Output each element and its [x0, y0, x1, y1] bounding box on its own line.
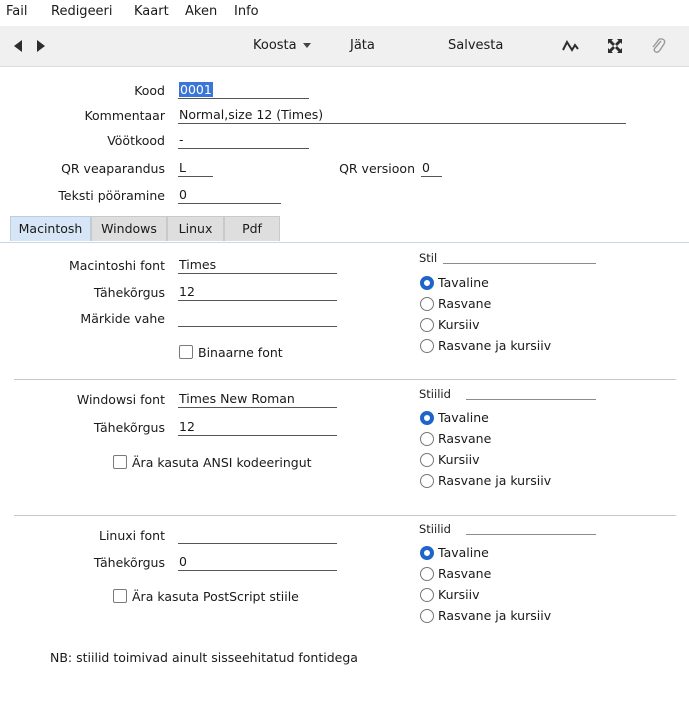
- kood-label: Kood: [134, 83, 165, 98]
- linux-size-label: Tähekõrgus: [93, 555, 165, 570]
- mac-style-label-rasvane: Rasvane: [438, 296, 492, 311]
- mac-style-label-kursiiv: Kursiiv: [438, 317, 480, 332]
- mac-stil-label: Stil: [419, 251, 438, 265]
- linux-style-label-rasvane: Rasvane: [438, 566, 492, 581]
- kommentaar-label: Kommentaar: [84, 108, 165, 123]
- qr-versioon-label: QR versioon: [339, 161, 415, 176]
- styles-note: NB: stiilid toimivad ainult sisseehitatu…: [50, 650, 358, 665]
- chevron-down-icon: [302, 43, 311, 48]
- menu-info[interactable]: Info: [234, 4, 259, 19]
- mac-size-field[interactable]: 12: [178, 284, 337, 301]
- linux-font-field[interactable]: [178, 527, 337, 544]
- windows-style-radio-rasvane-ja-kursiiv[interactable]: [420, 474, 434, 488]
- windows-style-label-rasvane-ja-kursiiv: Rasvane ja kursiiv: [438, 473, 552, 488]
- menu-redigeeri[interactable]: Redigeeri: [51, 4, 113, 19]
- arrow-left-icon[interactable]: [14, 40, 22, 52]
- linux-style-radio-rasvane-ja-kursiiv[interactable]: [420, 609, 434, 623]
- jata-button[interactable]: Jäta: [350, 38, 375, 53]
- linux-size-field[interactable]: 0: [178, 554, 337, 571]
- teksti-pooramine-field[interactable]: 0: [178, 187, 281, 204]
- windows-font-field[interactable]: Times New Roman: [178, 391, 337, 408]
- mac-style-radio-rasvane-ja-kursiiv[interactable]: [420, 339, 434, 353]
- mac-style-radio-tavaline[interactable]: [420, 276, 434, 290]
- windows-size-field[interactable]: 12: [178, 419, 337, 436]
- koosta-button[interactable]: Koosta: [253, 38, 311, 53]
- mac-spacing-field[interactable]: [178, 310, 337, 327]
- linux-style-label-kursiiv: Kursiiv: [438, 587, 480, 602]
- linux-style-label-tavaline: Tavaline: [438, 545, 489, 560]
- mac-style-label-rasvane-ja-kursiiv: Rasvane ja kursiiv: [438, 338, 552, 353]
- kood-field[interactable]: 0001: [178, 82, 309, 99]
- qr-veaparandus-field[interactable]: L: [178, 160, 213, 177]
- menu-aken[interactable]: Aken: [185, 4, 217, 19]
- ansi-checkbox[interactable]: [113, 455, 127, 469]
- toolbar: Koosta Jäta Salvesta: [0, 26, 689, 67]
- windows-size-label: Tähekõrgus: [93, 420, 165, 435]
- windows-stiilid-label: Stiilid: [419, 387, 451, 401]
- arrow-right-icon[interactable]: [37, 40, 45, 52]
- activity-icon[interactable]: [562, 38, 580, 54]
- postscript-checkbox[interactable]: [113, 589, 127, 603]
- binary-font-checkbox[interactable]: [179, 345, 193, 359]
- section-divider: [14, 515, 676, 516]
- vootkood-field[interactable]: -: [178, 132, 309, 149]
- linux-stiilid-label: Stiilid: [419, 522, 451, 536]
- teksti-pooramine-label: Teksti pööramine: [58, 188, 165, 203]
- paperclip-icon[interactable]: [650, 36, 666, 56]
- postscript-label: Ära kasuta PostScript stiile: [132, 589, 299, 604]
- tab-macintosh[interactable]: Macintosh: [10, 216, 91, 241]
- mac-font-field[interactable]: Times: [178, 257, 337, 274]
- windows-style-label-tavaline: Tavaline: [438, 410, 489, 425]
- koosta-label: Koosta: [253, 38, 297, 53]
- windows-style-radio-kursiiv[interactable]: [420, 453, 434, 467]
- menu-kaart[interactable]: Kaart: [134, 4, 169, 19]
- qr-veaparandus-label: QR veaparandus: [61, 161, 165, 176]
- windows-stiilid-divider: [466, 399, 596, 400]
- expand-icon[interactable]: [607, 38, 623, 54]
- windows-style-radio-rasvane[interactable]: [420, 432, 434, 446]
- linux-style-radio-rasvane[interactable]: [420, 567, 434, 581]
- kood-value: 0001: [179, 82, 213, 97]
- linux-style-radio-tavaline[interactable]: [420, 546, 434, 560]
- kommentaar-field[interactable]: Normal,size 12 (Times): [178, 107, 626, 124]
- mac-style-label-tavaline: Tavaline: [438, 275, 489, 290]
- windows-style-radio-tavaline[interactable]: [420, 411, 434, 425]
- tab-pdf[interactable]: Pdf: [224, 216, 280, 241]
- mac-stil-divider: [443, 263, 596, 264]
- mac-style-radio-kursiiv[interactable]: [420, 318, 434, 332]
- linux-font-label: Linuxi font: [99, 528, 165, 543]
- linux-stiilid-divider: [466, 534, 596, 535]
- windows-style-label-kursiiv: Kursiiv: [438, 452, 480, 467]
- mac-style-radio-rasvane[interactable]: [420, 297, 434, 311]
- mac-size-label: Tähekõrgus: [93, 285, 165, 300]
- ansi-label: Ära kasuta ANSI kodeeringut: [132, 455, 312, 470]
- linux-style-label-rasvane-ja-kursiiv: Rasvane ja kursiiv: [438, 608, 552, 623]
- mac-spacing-label: Märkide vahe: [80, 311, 165, 326]
- tab-bar: Macintosh Windows Linux Pdf: [0, 216, 689, 243]
- menu-bar: Fail Redigeeri Kaart Aken Info: [0, 0, 689, 22]
- windows-font-label: Windowsi font: [76, 392, 165, 407]
- tab-linux[interactable]: Linux: [167, 216, 224, 241]
- tab-windows[interactable]: Windows: [91, 216, 167, 241]
- vootkood-label: Vöötkood: [107, 133, 165, 148]
- menu-fail[interactable]: Fail: [6, 4, 27, 19]
- linux-style-radio-kursiiv[interactable]: [420, 588, 434, 602]
- section-divider: [14, 379, 676, 380]
- windows-style-label-rasvane: Rasvane: [438, 431, 492, 446]
- qr-versioon-field[interactable]: 0: [421, 160, 442, 177]
- mac-font-label: Macintoshi font: [68, 258, 165, 273]
- binary-font-label: Binaarne font: [198, 345, 283, 360]
- salvesta-button[interactable]: Salvesta: [448, 38, 503, 53]
